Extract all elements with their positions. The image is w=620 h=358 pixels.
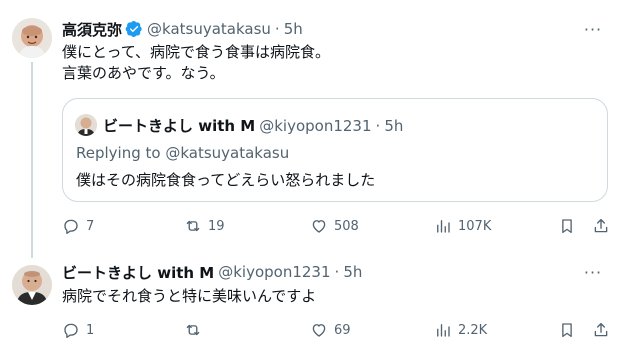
views-icon bbox=[437, 220, 450, 233]
quote-avatar bbox=[75, 114, 97, 136]
like-button[interactable]: 69 bbox=[310, 319, 351, 341]
tweet-text: 僕にとって、病院で食う食事は病院食。 言葉のあやです。なう。 bbox=[62, 43, 331, 82]
more-icon[interactable]: ··· bbox=[582, 19, 604, 39]
reply-icon bbox=[64, 323, 78, 338]
bookmark-button[interactable] bbox=[558, 215, 576, 237]
timestamp[interactable]: 5h bbox=[284, 20, 303, 38]
separator-dot: · bbox=[334, 263, 340, 281]
quote-text: 僕はその病院食食ってどえらい怒られました bbox=[76, 171, 376, 189]
more-icon[interactable]: ··· bbox=[582, 262, 604, 282]
bookmark-icon bbox=[562, 323, 572, 338]
like-icon bbox=[312, 220, 326, 233]
retweet-button[interactable] bbox=[184, 319, 208, 341]
separator-dot: · bbox=[274, 20, 280, 38]
display-name[interactable]: 高須克弥 bbox=[62, 19, 122, 40]
views-icon bbox=[437, 324, 450, 337]
quote-timestamp: 5h bbox=[384, 116, 404, 135]
share-button[interactable] bbox=[592, 319, 610, 341]
quote-tweet[interactable]: ビートきよし with M @kiyopon1231 · 5h Replying… bbox=[62, 98, 608, 202]
avatar[interactable] bbox=[12, 18, 52, 58]
share-button[interactable] bbox=[592, 215, 610, 237]
reply-icon bbox=[64, 219, 78, 234]
replying-to: Replying to @katsuyatakasu bbox=[76, 144, 290, 162]
bookmark-button[interactable] bbox=[558, 319, 576, 341]
share-icon bbox=[594, 218, 608, 233]
quote-avatar-image bbox=[75, 114, 97, 136]
retweet-button[interactable]: 19 bbox=[184, 215, 225, 237]
action-bar: 1 69 2.2K bbox=[62, 319, 608, 341]
thread-line bbox=[31, 62, 33, 258]
quote-handle: @kiyopon1231 bbox=[259, 116, 372, 135]
avatar-image bbox=[12, 18, 52, 58]
tweet-header: 高須克弥 @katsuyatakasu · 5h ··· bbox=[62, 19, 604, 39]
timeline: 高須克弥 @katsuyatakasu · 5h ··· 僕にとって、病院で食う… bbox=[0, 0, 620, 358]
tweet-text: 病院でそれ食うと特に美味いんですよ bbox=[62, 287, 317, 305]
reply-button[interactable]: 7 bbox=[62, 215, 94, 237]
handle[interactable]: @kiyopon1231 bbox=[218, 263, 330, 281]
tweet-kiyopon1231[interactable]: ビートきよし with M @kiyopon1231 · 5h ··· 病院でそ… bbox=[0, 252, 620, 358]
avatar-image bbox=[12, 265, 52, 305]
like-count: 69 bbox=[334, 322, 351, 338]
handle[interactable]: @katsuyatakasu bbox=[147, 20, 271, 38]
views-count: 2.2K bbox=[458, 322, 488, 338]
retweet-count: 19 bbox=[208, 218, 225, 234]
views-button[interactable]: 107K bbox=[434, 215, 491, 237]
action-bar: 7 19 508 107K bbox=[62, 215, 608, 237]
display-name[interactable]: ビートきよし with M bbox=[62, 262, 214, 283]
tweet-katsuyatakasu[interactable]: 高須克弥 @katsuyatakasu · 5h ··· 僕にとって、病院で食う… bbox=[0, 0, 620, 258]
tweet-header: ビートきよし with M @kiyopon1231 · 5h ··· bbox=[62, 262, 604, 282]
retweet-icon bbox=[186, 324, 200, 336]
verified-badge-icon bbox=[125, 20, 143, 38]
avatar[interactable] bbox=[12, 265, 52, 305]
quote-header: ビートきよし with M @kiyopon1231 · 5h bbox=[103, 115, 403, 136]
retweet-icon bbox=[186, 220, 200, 232]
like-count: 508 bbox=[334, 218, 359, 234]
share-icon bbox=[594, 322, 608, 337]
like-button[interactable]: 508 bbox=[310, 215, 359, 237]
bookmark-icon bbox=[562, 219, 572, 234]
reply-button[interactable]: 1 bbox=[62, 319, 94, 341]
timestamp[interactable]: 5h bbox=[343, 263, 362, 281]
reply-count: 7 bbox=[86, 218, 95, 234]
views-count: 107K bbox=[458, 218, 492, 234]
quote-separator-dot: · bbox=[375, 116, 381, 135]
quote-display-name: ビートきよし with M bbox=[103, 117, 256, 135]
like-icon bbox=[312, 324, 326, 337]
views-button[interactable]: 2.2K bbox=[434, 319, 487, 341]
reply-count: 1 bbox=[86, 322, 95, 338]
